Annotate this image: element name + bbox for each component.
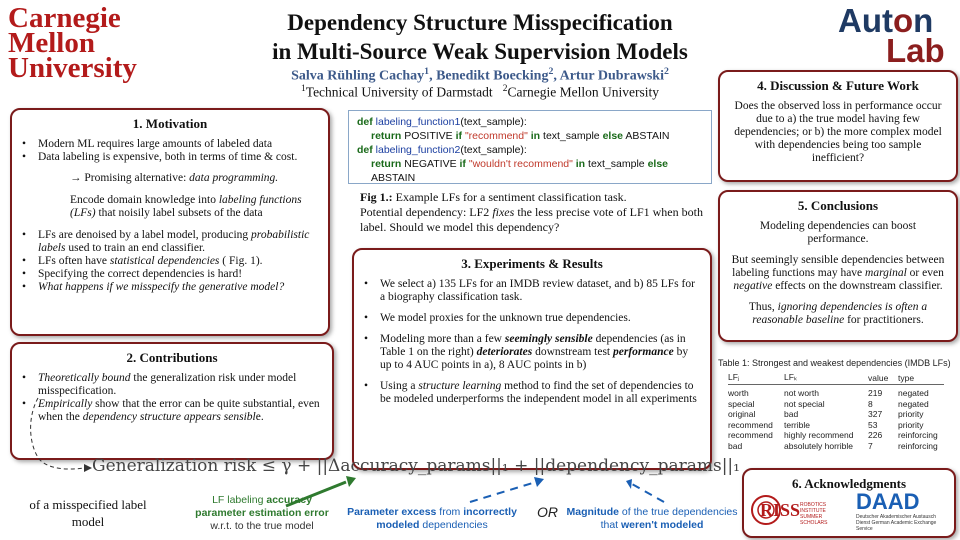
accuracy-error-note: LF labeling accuracy parameter estimatio…	[188, 494, 336, 533]
magnitude-note: Magnitude of the true dependencies that …	[566, 506, 738, 532]
note-bold: weren't modeled	[621, 519, 704, 531]
note-bold: Magnitude	[566, 506, 619, 518]
blue-dashed-arrow-1	[469, 481, 537, 503]
blue-dashed-arrow-2	[631, 483, 665, 503]
dashed-curve-arrow	[30, 397, 85, 470]
note-text: w.r.t. to the true model	[210, 520, 314, 532]
parameter-excess-note: Parameter excess from incorrectly modele…	[334, 506, 530, 532]
arrow-head-icon	[84, 464, 92, 472]
blue-arrow-head-icon	[534, 477, 544, 487]
generalization-risk-formula: Generalization risk ≤ γ + ||Δaccuracy_pa…	[92, 456, 740, 476]
note-text: LF labeling	[212, 494, 267, 506]
green-arrow-head-icon	[346, 476, 356, 487]
note-text: from	[436, 506, 464, 518]
or-label: OR	[537, 504, 558, 520]
misspecified-label: of a misspecified label model	[29, 497, 147, 529]
blue-arrow-head-icon	[626, 479, 632, 489]
note-bold: Parameter excess	[347, 506, 437, 518]
note-text: dependencies	[419, 519, 488, 531]
